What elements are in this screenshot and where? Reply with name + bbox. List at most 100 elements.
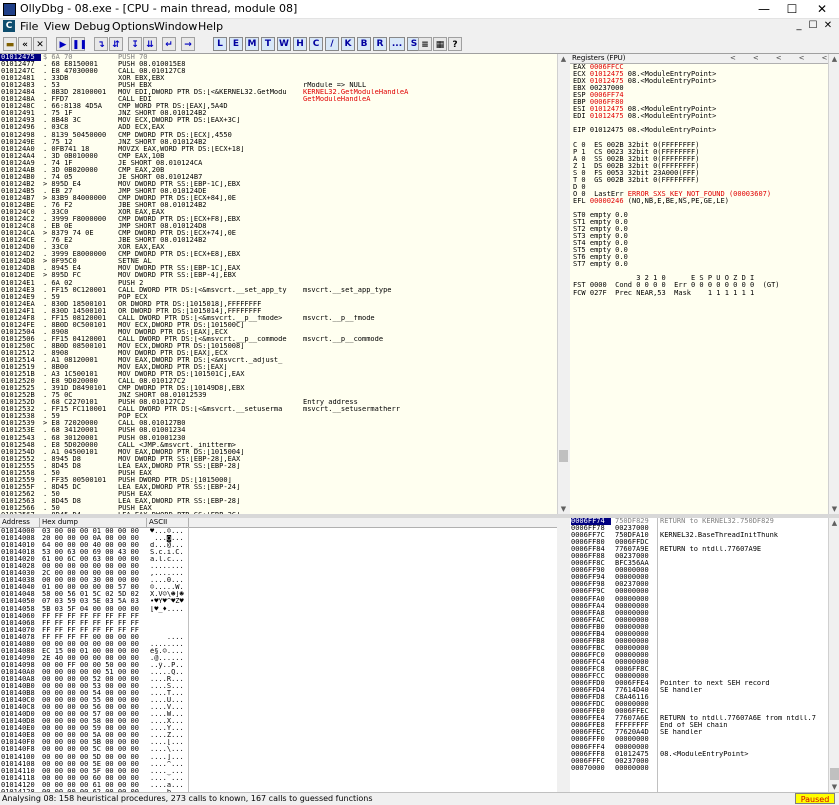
step-into-icon[interactable]: ↴ xyxy=(94,37,108,51)
handles-button[interactable]: H xyxy=(293,37,307,51)
disasm-row[interactable]: 01012491 . 75 1F JNZ SHORT 08.010124B2 xyxy=(0,110,557,117)
disasm-row[interactable]: 010124CA > 8379 74 0E CMP DWORD PTR DS:[EC… xyxy=(0,230,557,237)
disasm-row[interactable]: 01012514 . A1 08120001 MOV EAX,DWORD PTR D… xyxy=(0,357,557,364)
register-nav-arrows[interactable]: < < < < < xyxy=(730,54,827,62)
disasm-row[interactable]: 01012520 . E8 9D020000 CALL 08.010127C2 xyxy=(0,378,557,385)
list-icon[interactable]: ≡ xyxy=(418,37,432,51)
disasm-row[interactable]: 010124B5 . EB 27 JMP SHORT 08.010124DE xyxy=(0,188,557,195)
register-list[interactable]: EAX 0006FFCC ECX 01012475 08.<ModuleEntry… xyxy=(573,63,780,297)
scroll-thumb[interactable] xyxy=(830,768,839,780)
disasm-row[interactable]: 010124EA . 830D 18500101 OR DWORD PTR DS:[… xyxy=(0,301,557,308)
disasm-row[interactable]: 01012525 . 391D D8490101 CMP DWORD PTR DS:… xyxy=(0,385,557,392)
disasm-row[interactable]: 01012563 . 8D45 D8 LEA EAX,DWORD PTR SS:[E… xyxy=(0,498,557,505)
disasm-row[interactable]: 01012504 . 8908 MOV DWORD PTR DS:[EAX],ECX xyxy=(0,329,557,336)
scroll-down-icon[interactable]: ▼ xyxy=(829,504,839,514)
trace-into-icon[interactable]: ↧ xyxy=(128,37,142,51)
disasm-row[interactable]: 01012548 . E8 5D020000 CALL <JMP.&msvcrt._… xyxy=(0,442,557,449)
register-nav-prev-icon[interactable]: < xyxy=(776,54,782,62)
scroll-up-icon[interactable]: ▲ xyxy=(829,518,839,528)
mdi-close-button[interactable]: ✕ xyxy=(821,20,835,31)
disasm-row[interactable]: 010124A0 . 0FB741 18 MOVZX EAX,WORD PTR DS… xyxy=(0,146,557,153)
registers-pane[interactable]: Registers (FPU) < < < < < EAX 0006FFCC ECX 01… xyxy=(570,54,828,514)
menu-file[interactable]: File xyxy=(20,20,38,33)
disasm-row[interactable]: 010124DE > 895D FC MOV DWORD PTR SS:[EBP-4… xyxy=(0,272,557,279)
close-button[interactable]: ✕ xyxy=(807,0,837,18)
trace-over-icon[interactable]: ⇊ xyxy=(143,37,157,51)
disasm-row[interactable]: 01012562 . 50 PUSH EAX xyxy=(0,491,557,498)
disasm-row[interactable]: 01012559 . FF35 00500101 PUSH DWORD PTR DS… xyxy=(0,477,557,484)
disasm-row[interactable]: 01012506 . FF15 04120001 CALL DWORD PTR DS… xyxy=(0,336,557,343)
register-row[interactable]: EDI 01012475 08.<ModuleEntryPoint> xyxy=(573,113,780,120)
scroll-thumb[interactable] xyxy=(559,450,568,462)
disasm-row[interactable]: 010124D8 > 0F95C0 SETNE AL xyxy=(0,258,557,265)
disasm-row[interactable]: 01012484 . 8B3D 28100001 MOV EDI,DWORD PTR… xyxy=(0,89,557,96)
stack-pane[interactable]: 0006FF74 750DF829 RETURN to KERNEL32.750DF… xyxy=(570,518,828,792)
disasm-row[interactable]: 010124A4 . 3D 0B010000 CMP EAX,10B xyxy=(0,153,557,160)
disasm-row[interactable]: 01012475 $ 6A 70 PUSH 70 xyxy=(0,54,148,62)
disasm-row[interactable]: 010124E1 . 6A 02 PUSH 2 xyxy=(0,280,557,287)
disasm-row[interactable]: 010124B2 > 895D E4 MOV DWORD PTR SS:[EBP-1… xyxy=(0,181,557,188)
disasm-row[interactable]: 0101250C . 8B0D 08500101 MOV ECX,DWORD PTR… xyxy=(0,343,557,350)
disasm-row[interactable]: 01012552 . 8945 D8 MOV DWORD PTR SS:[EBP-2… xyxy=(0,456,557,463)
disasm-row[interactable]: 01012555 . 8D45 D8 LEA EAX,DWORD PTR SS:[E… xyxy=(0,463,557,470)
disasm-row[interactable]: 010124A9 . 74 1F JE SHORT 08.010124CA xyxy=(0,160,557,167)
disasm-row[interactable]: 01012477 . 68 E8150001 PUSH 08.010015E8 xyxy=(0,61,557,68)
flag-row[interactable]: T 0 GS 002B 32bit 0(FFFFFFFF) xyxy=(573,176,780,184)
disasm-row[interactable]: 010124CE . 76 E2 JBE SHORT 08.010124B2 xyxy=(0,237,557,244)
disasm-row[interactable]: 0101254D . A1 04500101 MOV EAX,DWORD PTR D… xyxy=(0,449,557,456)
disasm-row[interactable]: 01012493 . 8B48 3C MOV ECX,DWORD PTR DS:[E… xyxy=(0,117,557,124)
log-window-button[interactable]: L xyxy=(213,37,227,51)
references-button[interactable]: R xyxy=(373,37,387,51)
disassembly-scrollbar[interactable]: ▲ ▼ xyxy=(557,54,569,514)
disasm-row[interactable]: 01012481 . 33DB XOR EBX,EBX xyxy=(0,75,557,82)
disasm-row[interactable]: 010124DB . 8945 E4 MOV DWORD PTR SS:[EBP-1… xyxy=(0,265,557,272)
disasm-row[interactable]: 01012543 . 68 30120001 PUSH 08.01001230 xyxy=(0,435,557,442)
run-trace-button[interactable]: ... xyxy=(389,37,405,51)
disasm-row[interactable]: 010124B0 . 74 05 JE SHORT 08.010124B7 xyxy=(0,174,557,181)
scroll-down-icon[interactable]: ▼ xyxy=(829,782,839,792)
menu-window[interactable]: Window xyxy=(154,20,197,33)
maximize-button[interactable]: ☐ xyxy=(777,0,807,18)
disassembly-pane[interactable]: 01012475 $ 6A 70 PUSH 70 01012477 . 68 E8150… xyxy=(0,54,557,514)
disasm-row[interactable]: 010124AB . 3D 0B020000 CMP EAX,20B xyxy=(0,167,557,174)
disasm-row[interactable]: 0101247C . E8 47030000 CALL 08.010127C8 xyxy=(0,68,557,75)
registers-scrollbar[interactable]: ▲ ▼ xyxy=(828,54,839,514)
disasm-row[interactable]: 010124FE . 8B0D 0C500101 MOV ECX,DWORD PTR… xyxy=(0,322,557,329)
disasm-row[interactable]: 0101249E . 75 12 JNZ SHORT 08.010124B2 xyxy=(0,139,557,146)
disasm-row[interactable]: 0101253E . 68 34120001 PUSH 08.01001234 xyxy=(0,427,557,434)
register-nav-prev-icon[interactable]: < xyxy=(822,54,828,62)
help-icon[interactable]: ? xyxy=(448,37,462,51)
pause-icon[interactable]: ❚❚ xyxy=(71,37,87,51)
mdi-restore-button[interactable]: ☐ xyxy=(806,20,820,31)
go-to-icon[interactable]: → xyxy=(181,37,195,51)
disasm-row[interactable]: 010124C2 . 3999 F8000000 CMP DWORD PTR DS:… xyxy=(0,216,557,223)
scroll-down-icon[interactable]: ▼ xyxy=(558,504,569,514)
disasm-row[interactable]: 01012496 . 03C8 ADD ECX,EAX xyxy=(0,124,557,131)
cpu-window-icon[interactable]: C xyxy=(3,20,15,32)
close-program-icon[interactable]: ✕ xyxy=(33,37,47,51)
disasm-row[interactable]: 010124D2 . 3999 E8000000 CMP DWORD PTR DS:… xyxy=(0,251,557,258)
register-nav-prev-icon[interactable]: < xyxy=(753,54,759,62)
windows-button[interactable]: W xyxy=(277,37,291,51)
menu-view[interactable]: View xyxy=(44,20,70,33)
restart-icon[interactable]: « xyxy=(18,37,32,51)
register-nav-prev-icon[interactable]: < xyxy=(799,54,805,62)
patches-button[interactable]: / xyxy=(325,37,339,51)
memory-map-button[interactable]: M xyxy=(245,37,259,51)
disasm-row[interactable]: 01012538 . 59 POP ECX xyxy=(0,413,557,420)
execute-till-return-icon[interactable]: ↵ xyxy=(162,37,176,51)
dump-pane[interactable]: Address Hex dump ASCII 01014000 03 00 00 … xyxy=(0,518,557,792)
minimize-button[interactable]: — xyxy=(749,0,779,18)
disasm-row[interactable]: 0101252D . 68 C2270101 PUSH 08.010127C2 Ent… xyxy=(0,399,557,406)
stack-scrollbar[interactable]: ▲ ▼ xyxy=(828,518,839,792)
disasm-row[interactable]: 0101251B . A3 1C500101 MOV DWORD PTR DS:[1… xyxy=(0,371,557,378)
disasm-row[interactable]: 010124C0 . 33C0 XOR EAX,EAX xyxy=(0,209,557,216)
disasm-row[interactable]: 010124E3 . FF15 0C120001 CALL DWORD PTR DS… xyxy=(0,287,557,294)
disasm-row[interactable]: 0101252B . 75 0C JNZ SHORT 08.01012539 xyxy=(0,392,557,399)
disassembly-listing[interactable]: 01012475 $ 6A 70 PUSH 70 01012477 . 68 E8150… xyxy=(0,54,557,514)
register-nav-prev-icon[interactable]: < xyxy=(730,54,736,62)
disasm-row[interactable]: 010124C8 . EB 0E JMP SHORT 08.010124D8 xyxy=(0,223,557,230)
disasm-row[interactable]: 0101255F . 8D45 DC LEA EAX,DWORD PTR SS:[E… xyxy=(0,484,557,491)
menu-debug[interactable]: Debug xyxy=(74,20,110,33)
call-stack-button[interactable]: K xyxy=(341,37,355,51)
